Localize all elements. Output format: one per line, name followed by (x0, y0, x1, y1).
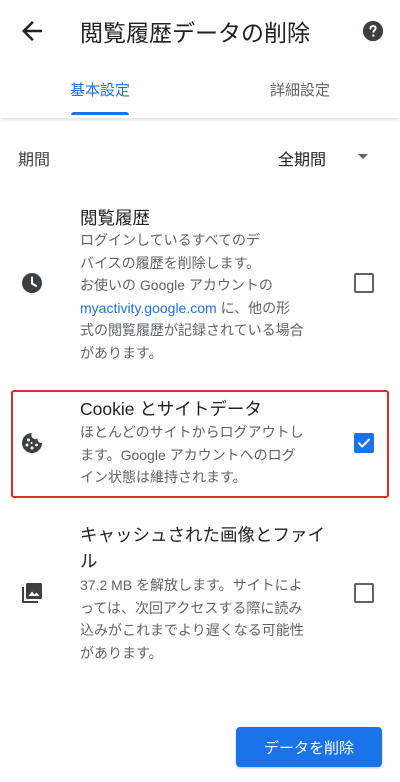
photo-library-icon (22, 583, 42, 603)
tab-advanced-settings-label: 詳細設定 (269, 82, 330, 99)
browsing-history-desc-line: myactivity.google.com に、他の形 (80, 297, 335, 320)
cookies-desc-line: ます。Google アカウントへのログ (80, 446, 296, 463)
browsing-history-checkbox[interactable] (354, 273, 374, 293)
browsing-history-desc-line: ログインしているすべてのデ (80, 232, 261, 248)
cached-files-title-line: ル (80, 551, 98, 571)
tab-advanced-settings[interactable]: 詳細設定 (200, 72, 400, 118)
browsing-history-title: 閲覧履歴 (80, 208, 150, 228)
cookies-desc-line: イン状態は維持されます。 (80, 469, 247, 485)
cookies-site-data-checkbox[interactable] (354, 433, 374, 453)
time-range-label: 期間 (18, 152, 51, 169)
cached-files-description: 37.2 MB を解放します。サイトによ っては、次回アクセスする際に読み 込み… (80, 574, 335, 664)
cookies-site-data-title: Cookie とサイトデータ (80, 399, 262, 419)
cookies-desc-line: ほとんどのサイトからログアウトし (80, 424, 304, 440)
time-range-value: 全期間 (278, 152, 327, 169)
clock-icon (22, 273, 42, 293)
browsing-history-desc-line: お使いの Google アカウントの (80, 277, 273, 293)
browsing-history-desc-line: 式の閲覧履歴が記録されている場合 (80, 322, 304, 338)
cached-files-desc-line: 込みがこれまでより遅くなる可能性 (80, 622, 304, 638)
browsing-history-desc-line: があります。 (80, 344, 163, 361)
cached-files-desc-line: っては、次回アクセスする際に読み (80, 599, 303, 616)
browsing-history-desc-line: バイスの履歴を削除します。 (80, 254, 261, 271)
arrow-back-icon[interactable] (17, 16, 47, 46)
tab-basic-settings-label: 基本設定 (69, 82, 130, 99)
cached-files-desc-line: があります。 (80, 644, 163, 661)
help-circle-icon[interactable] (362, 20, 384, 42)
myactivity-link[interactable]: myactivity.google.com (80, 300, 217, 316)
browsing-history-desc-link-suffix: に、他の形 (216, 299, 291, 316)
time-range-dropdown[interactable]: 全期間 (270, 136, 382, 176)
checkmark-icon (358, 438, 370, 448)
cookies-site-data-description: ほとんどのサイトからログアウトし ます。Google アカウントへのログ イン状… (80, 421, 335, 489)
cookie-icon (22, 433, 42, 453)
app-header: 閲覧履歴データの削除 基本設定 詳細設定 (0, 0, 400, 118)
browsing-history-description: ログインしているすべてのデ バイスの履歴を削除します。 お使いの Google … (80, 229, 335, 364)
selected-tab-indicator (71, 112, 129, 115)
cached-files-desc-line: 37.2 MB を解放します。サイトによ (80, 577, 303, 593)
page-title: 閲覧履歴データの削除 (80, 20, 310, 46)
cached-files-title-line: キャッシュされた画像とファイ (80, 525, 325, 545)
clear-data-button[interactable]: データを削除 (236, 727, 382, 767)
cached-files-title: キャッシュされた画像とファイ ル (80, 523, 325, 573)
dropdown-arrow-icon (358, 154, 368, 159)
cached-files-checkbox[interactable] (354, 583, 374, 603)
